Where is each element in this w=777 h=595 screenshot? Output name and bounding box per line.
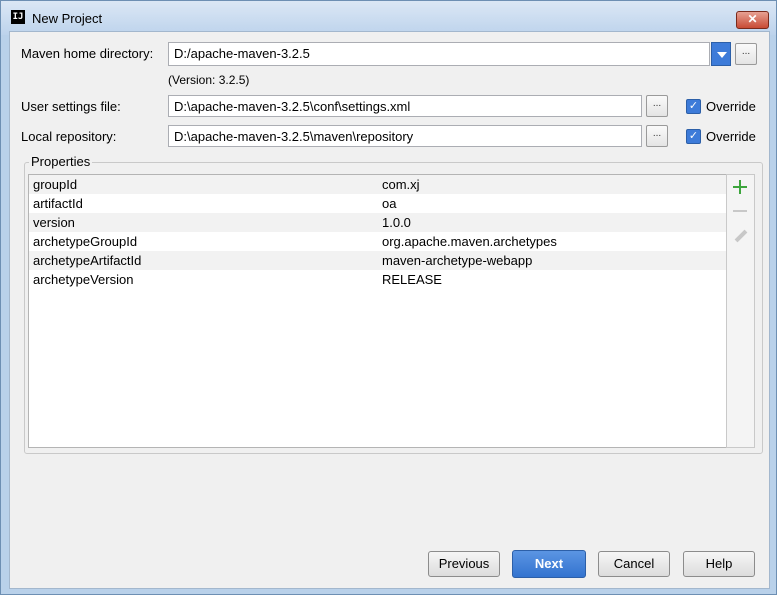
local-repository-field[interactable]: D:\apache-maven-3.2.5\maven\repository [168, 125, 642, 147]
property-value: maven-archetype-webapp [382, 253, 533, 268]
local-repository-override-checkbox[interactable]: ✓ [686, 129, 701, 144]
local-repository-override-label[interactable]: Override [706, 129, 756, 144]
user-settings-browse-button[interactable]: ... [646, 95, 668, 117]
table-row[interactable]: groupId com.xj [29, 175, 726, 194]
properties-group-label: Properties [29, 154, 93, 169]
property-key: archetypeArtifactId [33, 253, 142, 268]
properties-toolbar [726, 174, 755, 448]
intellij-app-icon: IJ [11, 10, 25, 24]
next-button[interactable]: Next [512, 550, 586, 578]
property-value: org.apache.maven.archetypes [382, 234, 557, 249]
table-row[interactable]: archetypeGroupId org.apache.maven.archet… [29, 232, 726, 251]
property-key: archetypeVersion [33, 272, 134, 287]
table-row[interactable]: artifactId oa [29, 194, 726, 213]
edit-icon[interactable] [735, 230, 747, 242]
local-repository-browse-button[interactable]: ... [646, 125, 668, 147]
cancel-button[interactable]: Cancel [598, 551, 670, 577]
property-value: oa [382, 196, 397, 211]
help-button[interactable]: Help [683, 551, 755, 577]
property-key: groupId [33, 177, 78, 192]
property-key: version [33, 215, 75, 230]
title-bar: IJ New Project ✕ [1, 1, 776, 35]
dialog-content: Maven home directory: D:/apache-maven-3.… [9, 31, 770, 589]
new-project-window: IJ New Project ✕ Maven home directory: D… [0, 0, 777, 595]
previous-button[interactable]: Previous [428, 551, 500, 577]
local-repository-label: Local repository: [21, 129, 117, 144]
maven-home-dropdown-arrow-icon[interactable] [711, 42, 731, 66]
user-settings-field[interactable]: D:\apache-maven-3.2.5\conf\settings.xml [168, 95, 642, 117]
maven-home-combobox[interactable]: D:/apache-maven-3.2.5 [168, 42, 710, 66]
user-settings-override-label[interactable]: Override [706, 99, 756, 114]
property-value: com.xj [382, 177, 420, 192]
property-value: RELEASE [382, 272, 442, 287]
property-key: artifactId [33, 196, 83, 211]
table-row[interactable]: version 1.0.0 [29, 213, 726, 232]
user-settings-label: User settings file: [21, 99, 121, 114]
remove-icon[interactable] [733, 210, 747, 212]
maven-home-label: Maven home directory: [21, 46, 154, 61]
add-icon[interactable] [733, 180, 747, 194]
window-title: New Project [32, 11, 103, 26]
table-row[interactable]: archetypeVersion RELEASE [29, 270, 726, 289]
maven-home-browse-button[interactable]: ... [735, 43, 757, 65]
property-key: archetypeGroupId [33, 234, 138, 249]
property-value: 1.0.0 [382, 215, 411, 230]
properties-table[interactable]: groupId com.xj artifactId oa version 1.0… [28, 174, 727, 448]
user-settings-override-checkbox[interactable]: ✓ [686, 99, 701, 114]
close-button[interactable]: ✕ [736, 11, 769, 29]
maven-version-text: (Version: 3.2.5) [168, 73, 250, 87]
table-row[interactable]: archetypeArtifactId maven-archetype-weba… [29, 251, 726, 270]
